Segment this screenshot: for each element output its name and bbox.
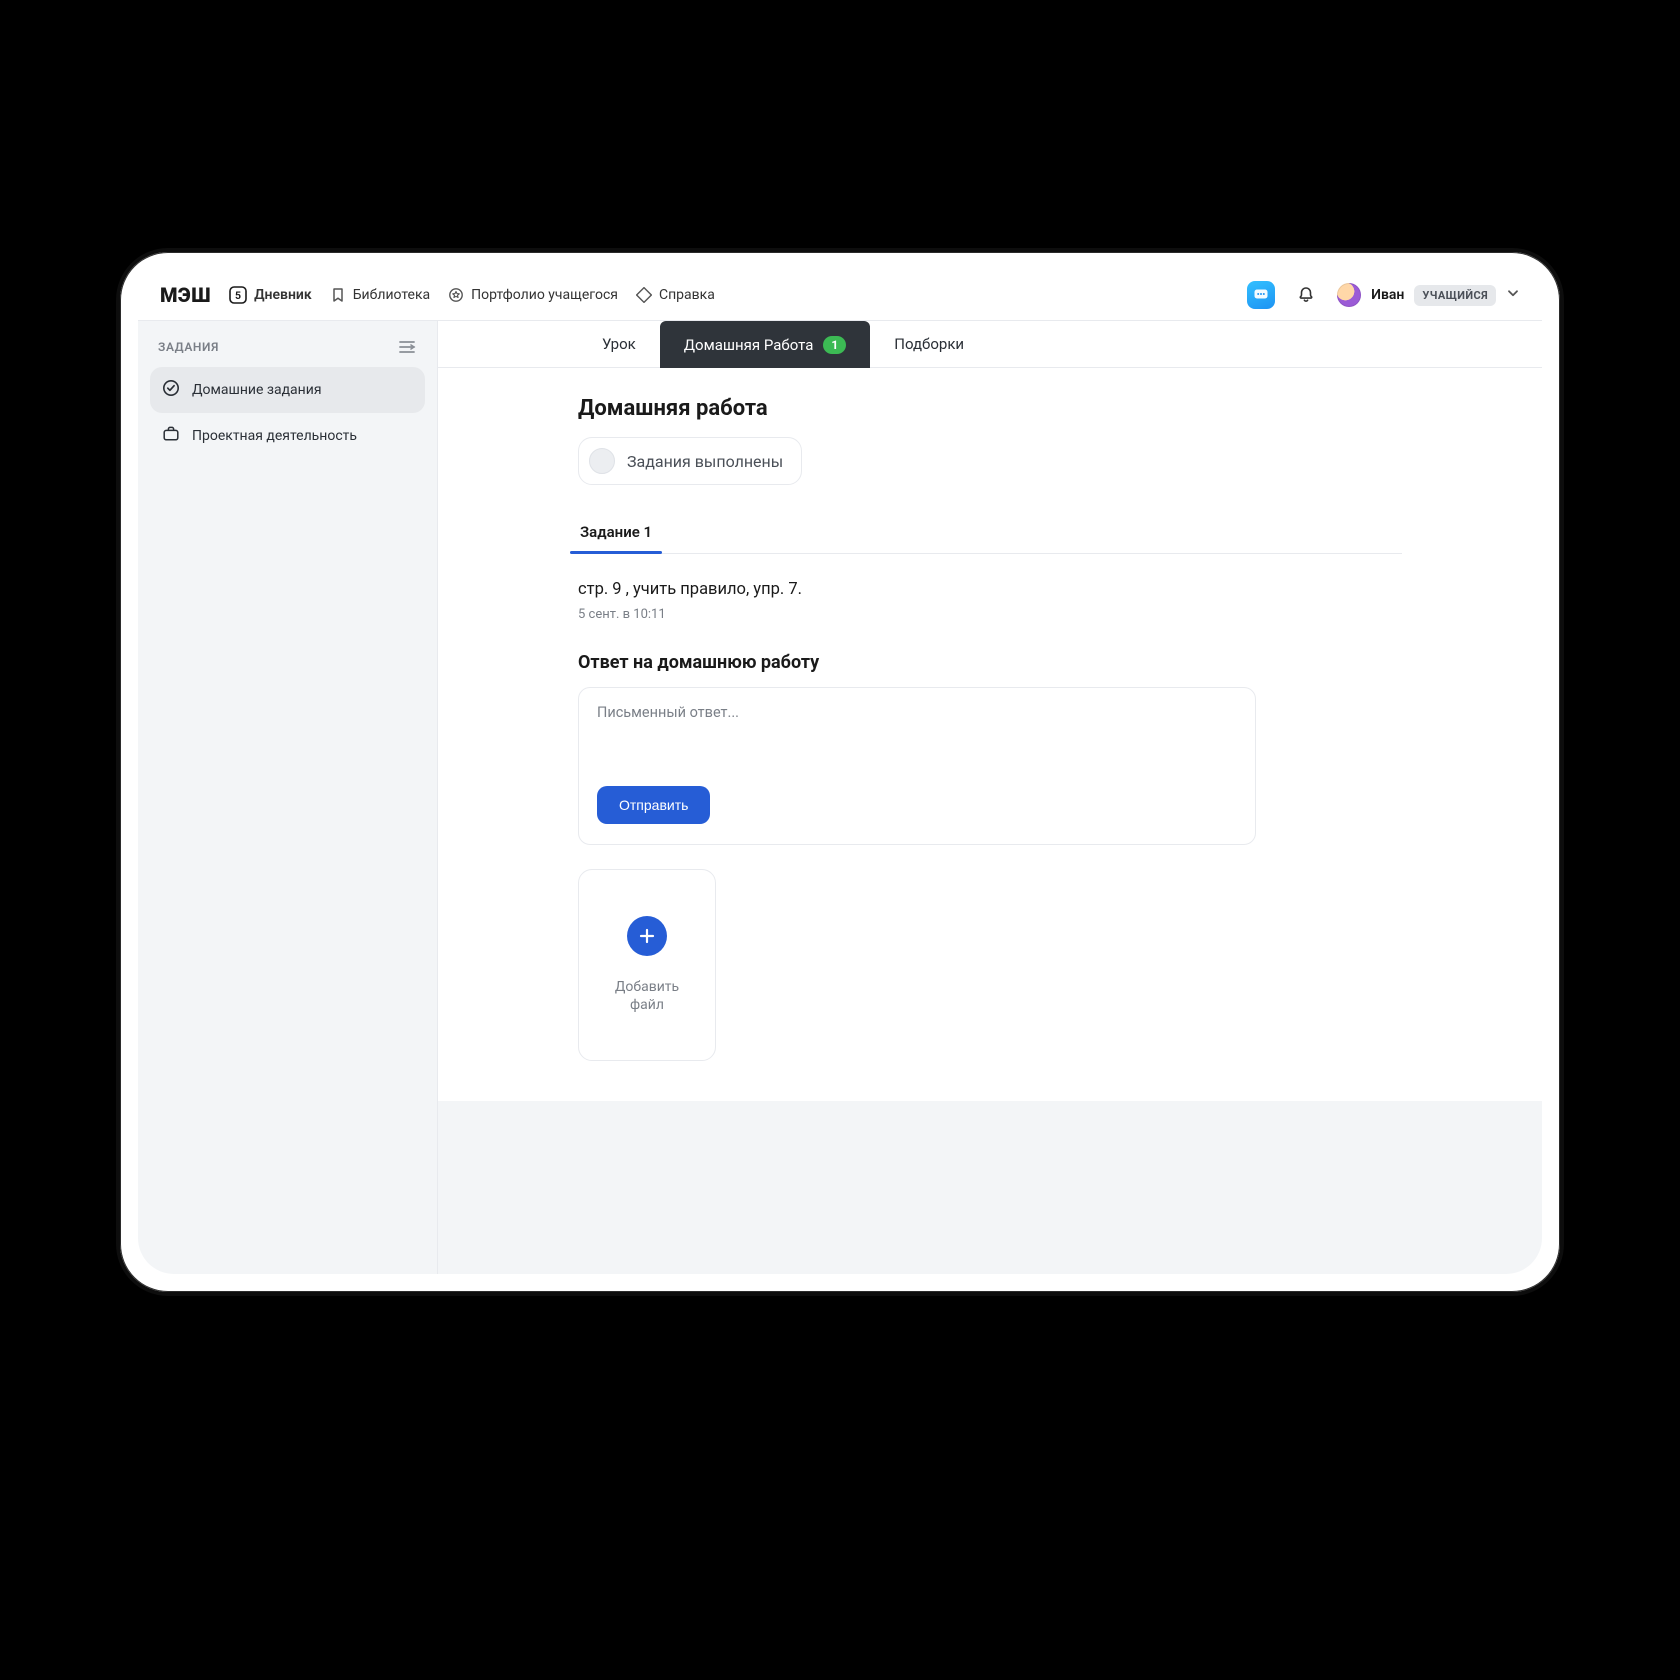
toggle-knob [589, 448, 615, 474]
user-role-chip: УЧАЩИЙСЯ [1414, 285, 1496, 306]
diamond-icon [636, 287, 652, 303]
page-title: Домашняя работа [578, 396, 1402, 421]
diary-badge-icon: 5 [229, 286, 247, 304]
add-file-card[interactable]: Добавить файл [578, 869, 716, 1061]
tab-homework-label: Домашняя Работа [684, 336, 814, 354]
tab-collections-label: Подборки [894, 335, 964, 353]
brand-logo: МЭШ [160, 283, 211, 307]
sidebar-item-label: Домашние задания [192, 382, 322, 398]
nav-help-label: Справка [659, 287, 715, 303]
task-subtabs: Задание 1 [578, 511, 1402, 554]
sidebar: ЗАДАНИЯ Домашние задания [138, 321, 438, 1274]
tasks-done-label: Задания выполнены [627, 452, 783, 471]
nav-diary-label: Дневник [254, 287, 312, 303]
app-screen: МЭШ 5 Дневник Библиотека [138, 270, 1542, 1274]
top-navbar: МЭШ 5 Дневник Библиотека [138, 270, 1542, 321]
plus-circle-icon [627, 916, 667, 956]
chat-app-icon[interactable] [1247, 281, 1275, 309]
avatar [1337, 283, 1361, 307]
submit-button-label: Отправить [619, 797, 688, 813]
add-file-label: Добавить файл [615, 978, 679, 1014]
user-menu[interactable]: Иван УЧАЩИЙСЯ [1337, 283, 1520, 307]
answer-textarea[interactable]: Письменный ответ... [597, 704, 1237, 776]
nav-portfolio[interactable]: Портфолио учащегося [448, 287, 618, 303]
main-area: Урок Домашняя Работа 1 Подборки Домашняя… [438, 321, 1542, 1274]
tab-homework[interactable]: Домашняя Работа 1 [660, 321, 870, 368]
briefcase-icon [162, 425, 180, 447]
check-circle-icon [162, 379, 180, 401]
svg-text:5: 5 [235, 289, 241, 302]
tasks-done-toggle[interactable]: Задания выполнены [578, 437, 802, 485]
answer-section-title: Ответ на домашнюю работу [578, 652, 1402, 673]
primary-tabs: Урок Домашняя Работа 1 Подборки [438, 321, 1542, 368]
nav-help[interactable]: Справка [636, 287, 715, 303]
homework-block: стр. 9 , учить правило, упр. 7. 5 сент. … [578, 554, 1402, 622]
sidebar-item-homework[interactable]: Домашние задания [150, 367, 425, 413]
sidebar-collapse-icon[interactable] [397, 339, 417, 355]
homework-timestamp: 5 сент. в 10:11 [578, 607, 1402, 622]
user-name: Иван [1371, 287, 1404, 303]
sidebar-item-label: Проектная деятельность [192, 428, 357, 444]
notifications-bell-icon[interactable] [1293, 282, 1319, 308]
sidebar-heading: ЗАДАНИЯ [158, 340, 219, 354]
tab-collections[interactable]: Подборки [870, 321, 988, 367]
tab-homework-badge: 1 [823, 336, 846, 354]
app-body: ЗАДАНИЯ Домашние задания [138, 321, 1542, 1274]
tab-lesson[interactable]: Урок [578, 321, 660, 367]
subtab-label: Задание 1 [580, 523, 652, 541]
device-frame: МЭШ 5 Дневник Библиотека [120, 252, 1560, 1292]
star-outline-icon [448, 287, 464, 303]
homework-text: стр. 9 , учить правило, упр. 7. [578, 580, 1402, 599]
sidebar-item-projects[interactable]: Проектная деятельность [150, 413, 425, 459]
nav-library-label: Библиотека [353, 287, 430, 303]
nav-diary[interactable]: 5 Дневник [229, 286, 312, 304]
chevron-down-icon [1506, 286, 1520, 304]
answer-card: Письменный ответ... Отправить [578, 687, 1256, 845]
nav-portfolio-label: Портфолио учащегося [471, 287, 618, 303]
tab-lesson-label: Урок [602, 335, 636, 353]
subtab-task-1[interactable]: Задание 1 [578, 511, 654, 553]
bookmark-icon [330, 287, 346, 303]
nav-library[interactable]: Библиотека [330, 287, 430, 303]
sidebar-heading-row: ЗАДАНИЯ [150, 335, 425, 367]
content-panel: Домашняя работа Задания выполнены Задани… [438, 368, 1542, 1101]
submit-button[interactable]: Отправить [597, 786, 710, 824]
